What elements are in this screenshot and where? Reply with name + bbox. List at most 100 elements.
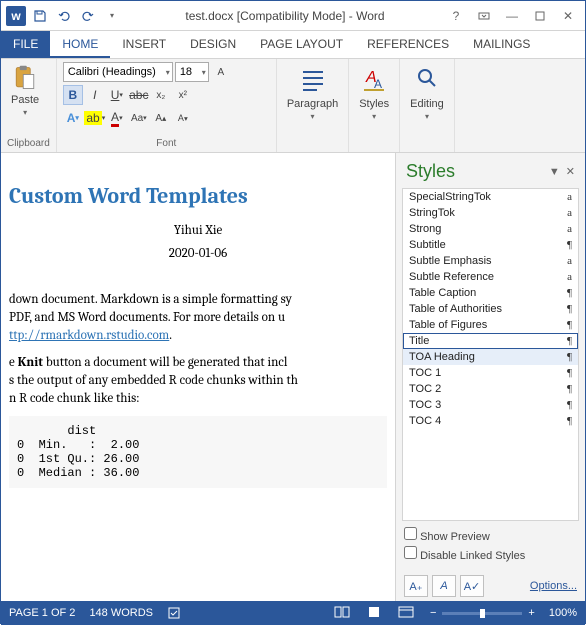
style-item[interactable]: Title¶	[403, 333, 578, 349]
titlebar: w ▾ test.docx [Compatibility Mode] - Wor…	[1, 1, 585, 31]
word-logo-icon: w	[5, 5, 27, 27]
ribbon-group-paragraph: Paragraph▾	[277, 59, 349, 152]
text-effects-button[interactable]: A▾	[63, 108, 83, 128]
subscript-button[interactable]: x₂	[151, 85, 171, 105]
italic-button[interactable]: I	[85, 85, 105, 105]
style-item[interactable]: Stronga	[403, 221, 578, 237]
zoom-in-icon[interactable]: +	[528, 607, 534, 619]
strikethrough-button[interactable]: abc	[129, 85, 149, 105]
ribbon-group-editing: Editing▾	[400, 59, 455, 152]
doc-author: Yihui Xie	[9, 223, 387, 238]
font-color-button[interactable]: A▾	[107, 108, 127, 128]
doc-link[interactable]: ttp://rmarkdown.rstudio.com	[9, 328, 169, 343]
style-item[interactable]: TOC 2¶	[403, 381, 578, 397]
paste-icon	[11, 64, 39, 92]
ribbon: Paste ▾ Clipboard Calibri (Headings) 18 …	[1, 59, 585, 153]
style-item[interactable]: StringToka	[403, 205, 578, 221]
styles-pane: Styles ▼ ✕ SpecialStringTokaStringTokaSt…	[395, 153, 585, 601]
disable-linked-checkbox[interactable]: Disable Linked Styles	[404, 546, 577, 562]
highlight-button[interactable]: ab▾	[85, 108, 105, 128]
style-item[interactable]: Subtle Referencea	[403, 269, 578, 285]
style-item[interactable]: Table of Authorities¶	[403, 301, 578, 317]
styles-button[interactable]: AAStyles▾	[355, 62, 393, 123]
read-mode-icon[interactable]	[334, 606, 352, 620]
maximize-icon[interactable]	[527, 5, 553, 27]
clipboard-label: Clipboard	[7, 136, 50, 151]
save-icon[interactable]	[29, 5, 51, 27]
ribbon-group-font: Calibri (Headings) 18 A B I U ▾ abc x₂ x…	[57, 59, 277, 152]
print-layout-icon[interactable]	[366, 606, 384, 620]
clear-formatting-icon[interactable]: A	[211, 62, 231, 82]
redo-icon[interactable]	[77, 5, 99, 27]
style-item[interactable]: Subtitle¶	[403, 237, 578, 253]
style-item[interactable]: SpecialStringToka	[403, 189, 578, 205]
font-label: Font	[63, 136, 270, 151]
find-icon	[413, 64, 441, 96]
grow-font-button[interactable]: A▴	[151, 108, 171, 128]
svg-text:A: A	[374, 77, 382, 91]
styles-icon: AA	[360, 64, 388, 96]
document[interactable]: Custom Word Templates Yihui Xie 2020-01-…	[1, 153, 395, 601]
style-item[interactable]: TOC 4¶	[403, 413, 578, 429]
superscript-button[interactable]: x²	[173, 85, 193, 105]
undo-icon[interactable]	[53, 5, 75, 27]
style-item[interactable]: TOC 1¶	[403, 365, 578, 381]
paragraph-button[interactable]: Paragraph▾	[283, 62, 342, 123]
new-style-icon[interactable]: A₊	[404, 575, 428, 597]
pane-close-icon[interactable]: ✕	[566, 165, 575, 178]
doc-paragraph-1: down document. Markdown is a simple form…	[9, 291, 387, 346]
manage-styles-icon[interactable]: A✓	[460, 575, 484, 597]
tab-design[interactable]: DESIGN	[178, 31, 248, 58]
tab-home[interactable]: HOME	[50, 31, 110, 58]
ribbon-tabs: FILE HOME INSERT DESIGN PAGE LAYOUT REFE…	[1, 31, 585, 59]
style-item[interactable]: Table of Figures¶	[403, 317, 578, 333]
zoom-slider[interactable]: − +	[430, 607, 535, 619]
doc-heading: Custom Word Templates	[9, 183, 387, 209]
statusbar: PAGE 1 OF 2 148 WORDS − + 100%	[1, 601, 585, 625]
style-inspector-icon[interactable]: A	[432, 575, 456, 597]
doc-date: 2020-01-06	[9, 246, 387, 261]
close-icon[interactable]: ✕	[555, 5, 581, 27]
qat-dropdown-icon[interactable]: ▾	[101, 5, 123, 27]
font-name-combo[interactable]: Calibri (Headings)	[63, 62, 173, 82]
style-item[interactable]: Subtle Emphasisa	[403, 253, 578, 269]
style-item[interactable]: TOA Heading¶	[403, 349, 578, 365]
paragraph-icon	[299, 64, 327, 96]
style-item[interactable]: Table Caption¶	[403, 285, 578, 301]
tab-file[interactable]: FILE	[1, 31, 50, 58]
show-preview-checkbox[interactable]: Show Preview	[404, 527, 577, 543]
content-area: Custom Word Templates Yihui Xie 2020-01-…	[1, 153, 585, 601]
zoom-out-icon[interactable]: −	[430, 607, 436, 619]
font-size-combo[interactable]: 18	[175, 62, 209, 82]
ribbon-group-styles: AAStyles▾	[349, 59, 400, 152]
underline-button[interactable]: U ▾	[107, 85, 127, 105]
bold-button[interactable]: B	[63, 85, 83, 105]
tab-page-layout[interactable]: PAGE LAYOUT	[248, 31, 355, 58]
change-case-button[interactable]: Aa▾	[129, 108, 149, 128]
page-status[interactable]: PAGE 1 OF 2	[9, 607, 75, 619]
word-count[interactable]: 148 WORDS	[89, 607, 153, 619]
tab-mailings[interactable]: MAILINGS	[461, 31, 542, 58]
web-layout-icon[interactable]	[398, 606, 416, 620]
tab-references[interactable]: REFERENCES	[355, 31, 461, 58]
ribbon-options-icon[interactable]	[471, 5, 497, 27]
help-icon[interactable]: ?	[443, 5, 469, 27]
doc-paragraph-2: e Knit button a document will be generat…	[9, 354, 387, 409]
styles-list: SpecialStringTokaStringTokaStrongaSubtit…	[402, 188, 579, 521]
styles-options-link[interactable]: Options...	[530, 580, 577, 592]
window-title: test.docx [Compatibility Mode] - Word	[127, 9, 443, 23]
editing-button[interactable]: Editing▾	[406, 62, 448, 123]
paste-button[interactable]: Paste ▾	[7, 62, 43, 119]
zoom-level[interactable]: 100%	[549, 607, 577, 619]
pane-dropdown-icon[interactable]: ▼	[549, 166, 560, 178]
styles-pane-title: Styles	[406, 161, 543, 182]
style-item[interactable]: TOC 3¶	[403, 397, 578, 413]
shrink-font-button[interactable]: A▾	[173, 108, 193, 128]
window-controls: ? — ✕	[443, 5, 585, 27]
tab-insert[interactable]: INSERT	[110, 31, 178, 58]
quick-access-toolbar: w ▾	[1, 5, 127, 27]
doc-code-block: dist 0 Min. : 2.00 0 1st Qu.: 26.00 0 Me…	[9, 416, 387, 488]
ribbon-group-clipboard: Paste ▾ Clipboard	[1, 59, 57, 152]
spellcheck-icon[interactable]	[167, 606, 183, 620]
minimize-icon[interactable]: —	[499, 5, 525, 27]
